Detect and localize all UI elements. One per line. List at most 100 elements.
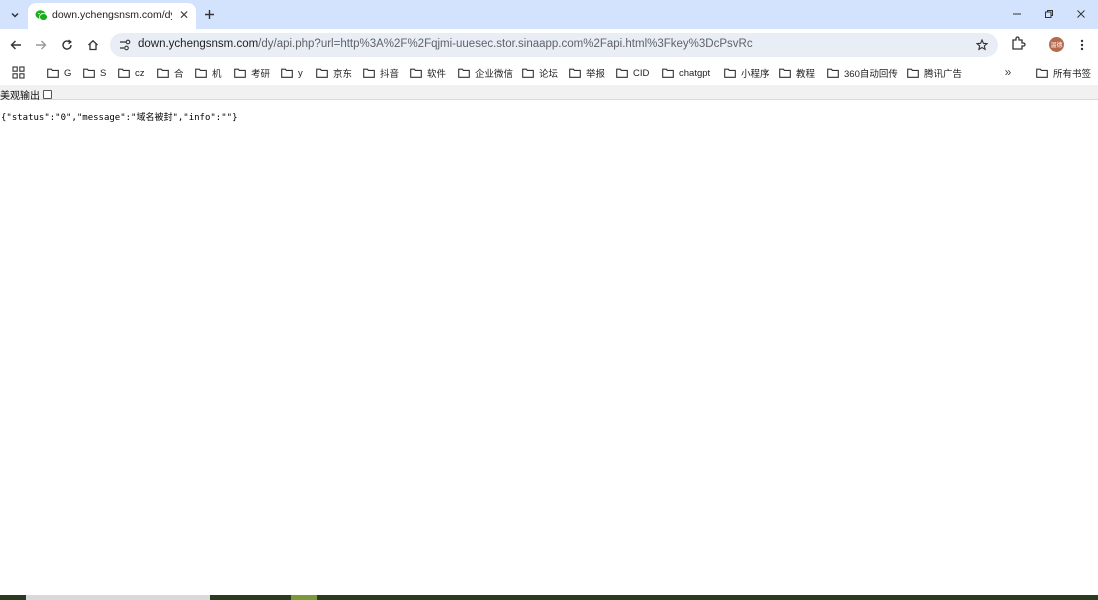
folder-icon: [281, 68, 293, 78]
folder-icon: [907, 68, 919, 78]
bookmark-folder[interactable]: cz: [118, 65, 145, 81]
pretty-print-bar: 美观输出: [0, 85, 1098, 102]
restore-button[interactable]: [1039, 5, 1059, 23]
tab-search-button[interactable]: [4, 4, 26, 26]
bookmark-label: 企业微信: [475, 69, 514, 80]
bookmark-label: 考研: [251, 69, 271, 80]
bookmark-folder[interactable]: 论坛: [522, 65, 558, 81]
folder-icon: [157, 68, 169, 78]
bookmark-label: 小程序: [741, 69, 770, 80]
all-bookmarks-folder[interactable]: 所有书签: [1036, 65, 1091, 81]
star-icon: [976, 39, 988, 51]
reload-icon: [62, 39, 72, 50]
bookmark-folder[interactable]: 软件: [410, 65, 446, 81]
pretty-print-toggle[interactable]: 美观输出: [0, 87, 52, 102]
bookmark-label: 抖音: [380, 69, 400, 80]
address-bar[interactable]: down.ychengsnsm.com/dy/api.php?url=http%…: [110, 33, 998, 57]
bookmark-folder[interactable]: 考研: [234, 65, 270, 81]
arrow-right-icon: [36, 40, 47, 50]
bookmark-folder[interactable]: S: [83, 65, 106, 81]
browser-menu-button[interactable]: [1074, 36, 1090, 54]
pretty-print-checkbox[interactable]: [43, 90, 52, 99]
extensions-puzzle-icon[interactable]: [1010, 35, 1028, 53]
folder-icon: [47, 68, 59, 78]
bookmark-label: 合: [174, 69, 184, 80]
forward-button[interactable]: [31, 35, 51, 55]
bookmark-label: chatgpt: [679, 67, 711, 79]
bookmark-folder[interactable]: y: [281, 65, 303, 81]
folder-icon: [522, 68, 534, 78]
bookmark-folder[interactable]: G: [47, 65, 71, 81]
back-button[interactable]: [6, 35, 26, 55]
bookmark-label: 京东: [333, 69, 353, 80]
taskbar-item[interactable]: [26, 595, 210, 600]
bookmark-folder[interactable]: 腾讯广告: [907, 65, 962, 81]
wechat-favicon-icon: [35, 10, 48, 21]
bookmark-label: CID: [633, 67, 650, 79]
folder-icon: [827, 68, 839, 78]
bookmark-folder[interactable]: 360自动回传: [827, 65, 898, 81]
folder-icon: [118, 68, 130, 78]
bookmark-folder[interactable]: CID: [616, 65, 649, 81]
url-host: down.ychengsnsm.com: [138, 38, 259, 50]
bookmarks-bar: G Scz 合 机 考研 y 京东 抖音 软件 企业微信 论坛 举报 CID chatgpt 小程序 教程 36…: [0, 61, 1098, 85]
plus-icon: [204, 9, 214, 19]
folder-icon: [234, 68, 246, 78]
folder-icon: [195, 68, 207, 78]
folder-icon: [569, 68, 581, 78]
bookmark-folder[interactable]: 举报: [569, 65, 605, 81]
bookmark-folder[interactable]: 抖音: [363, 65, 399, 81]
restore-icon: [1045, 10, 1053, 18]
folder-icon: [1036, 68, 1048, 78]
bookmark-label: 360自动回传: [844, 69, 898, 80]
site-info-icon[interactable]: [118, 38, 132, 52]
bookmark-label: S: [100, 67, 107, 79]
folder-icon: [458, 68, 470, 78]
folder-icon: [316, 68, 328, 78]
home-button[interactable]: [83, 35, 103, 55]
pretty-print-label: 美观输出: [0, 91, 40, 102]
folder-icon: [616, 68, 628, 78]
bookmark-folder[interactable]: 京东: [316, 65, 352, 81]
bookmark-label: 教程: [796, 69, 816, 80]
bookmark-label: y: [298, 67, 303, 79]
bookmark-folder[interactable]: 合: [157, 65, 184, 81]
folder-icon: [410, 68, 422, 78]
json-response-text: {"status":"0","message":"域名被封","info":""…: [1, 113, 238, 123]
bookmark-folder[interactable]: chatgpt: [662, 65, 710, 81]
url-text[interactable]: down.ychengsnsm.com/dy/api.php?url=http%…: [138, 38, 753, 50]
chevron-down-icon: [11, 12, 19, 18]
new-tab-button[interactable]: [200, 5, 218, 23]
more-vertical-icon: [1080, 39, 1084, 51]
folder-icon: [724, 68, 736, 78]
apps-grid-icon[interactable]: [12, 66, 25, 79]
bookmark-folder[interactable]: 企业微信: [458, 65, 513, 81]
bookmark-folder[interactable]: 教程: [779, 65, 815, 81]
all-bookmarks-label: 所有书签: [1053, 69, 1092, 80]
close-window-button[interactable]: [1071, 5, 1091, 23]
bookmark-folder[interactable]: 小程序: [724, 65, 770, 81]
bookmarks-overflow-button[interactable]: »: [1000, 64, 1016, 80]
profile-avatar[interactable]: 温德: [1049, 37, 1064, 52]
home-icon: [88, 39, 98, 51]
active-tab[interactable]: down.ychengsnsm.com/dy/api.php?url=http%…: [28, 3, 196, 29]
folder-icon: [662, 68, 674, 78]
minimize-icon: [1013, 13, 1021, 15]
folder-icon: [779, 68, 791, 78]
tab-close-icon[interactable]: ✕: [176, 7, 192, 23]
bookmark-label: cz: [135, 67, 145, 79]
bookmark-folder[interactable]: 机: [195, 65, 222, 81]
bookmark-star-button[interactable]: [974, 37, 990, 53]
tab-title: down.ychengsnsm.com/dy/api.php?url=http%…: [52, 9, 172, 21]
bookmark-label: 论坛: [539, 69, 559, 80]
folder-icon: [83, 68, 95, 78]
minimize-button[interactable]: [1007, 5, 1027, 23]
reload-button[interactable]: [57, 35, 77, 55]
bookmark-label: G: [64, 67, 72, 79]
arrow-left-icon: [10, 40, 21, 50]
bookmark-label: 腾讯广告: [924, 69, 963, 80]
folder-icon: [363, 68, 375, 78]
taskbar-item[interactable]: [291, 595, 317, 600]
browser-toolbar: down.ychengsnsm.com/dy/api.php?url=http%…: [0, 29, 1098, 61]
bookmark-label: 举报: [586, 69, 606, 80]
